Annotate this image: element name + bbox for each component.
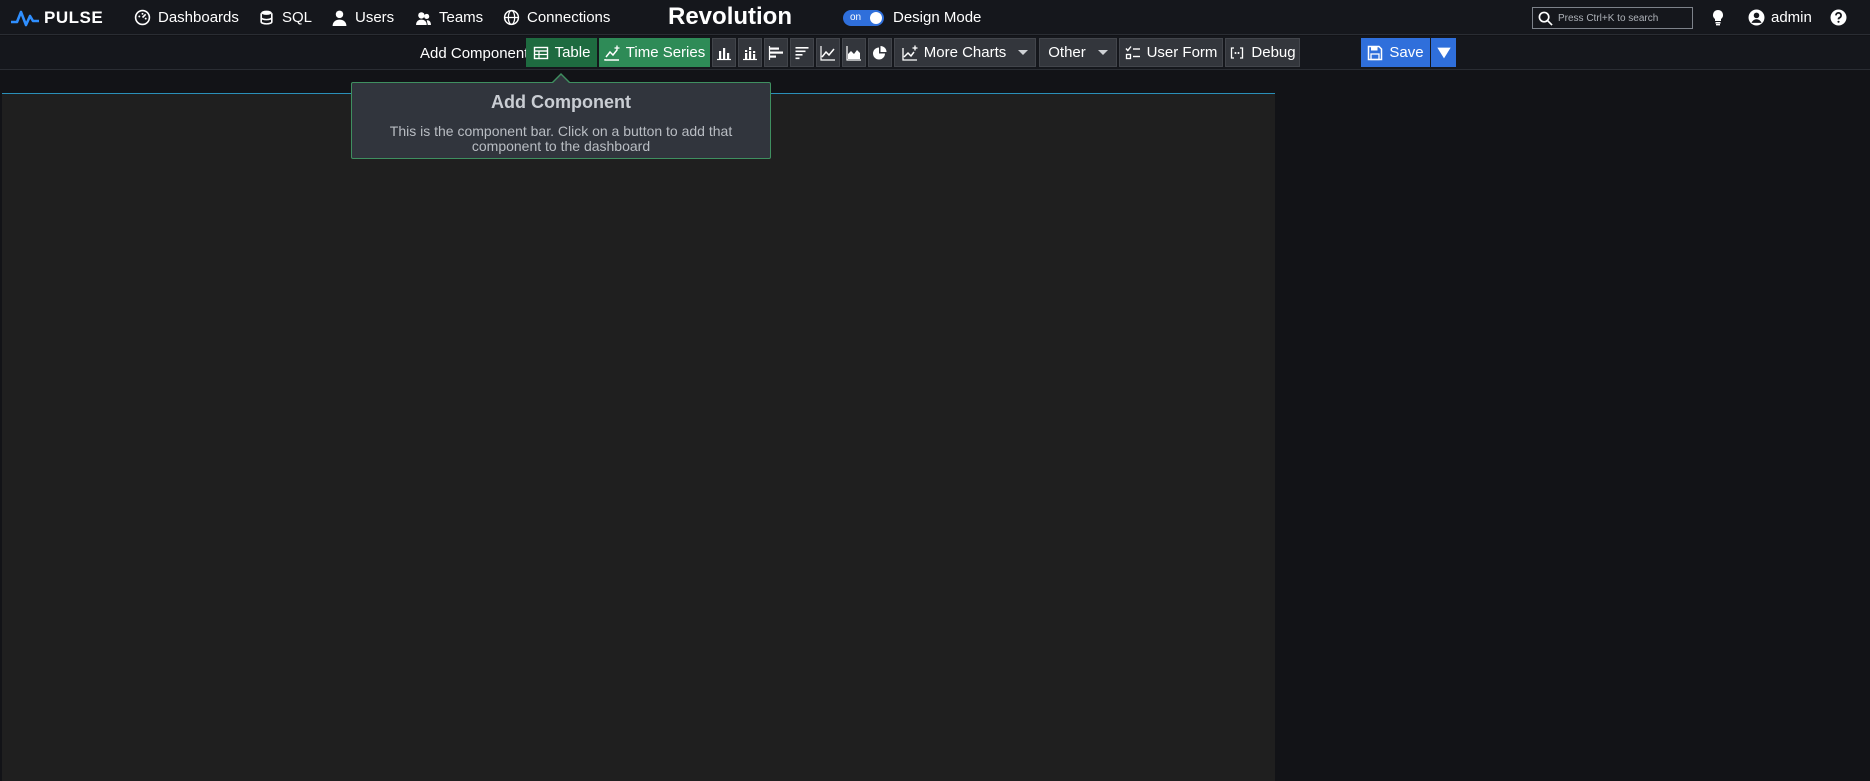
globe-icon: [503, 9, 520, 26]
area-chart-icon: [846, 45, 861, 61]
button-label: Debug: [1251, 44, 1296, 61]
toggle-state-label: on: [850, 12, 862, 23]
checklist-icon: [1125, 45, 1140, 59]
pulse-logo[interactable]: PULSE: [10, 7, 103, 29]
button-label: Time Series: [625, 44, 706, 61]
add-line-chart-button[interactable]: [816, 38, 840, 67]
nav-connections[interactable]: Connections: [503, 0, 610, 35]
design-mode-toggle[interactable]: on: [843, 10, 884, 26]
search-icon: [1538, 11, 1553, 26]
caret-down-icon: [1436, 47, 1451, 58]
add-area-chart-button[interactable]: [842, 38, 866, 67]
add-debug-button[interactable]: Debug: [1225, 38, 1300, 67]
button-label: Other: [1048, 44, 1086, 61]
user-icon: [332, 10, 347, 26]
add-component-tooltip: Add Component This is the component bar.…: [351, 82, 771, 159]
add-sorted-bar-chart-button[interactable]: [790, 38, 814, 67]
save-options-dropdown[interactable]: [1431, 38, 1456, 67]
nav-dashboards[interactable]: Dashboards: [134, 0, 239, 35]
button-label: More Charts: [923, 44, 1007, 61]
save-button[interactable]: Save: [1361, 38, 1430, 67]
lightbulb-icon: [1713, 10, 1723, 26]
add-user-form-button[interactable]: User Form: [1119, 38, 1223, 67]
add-bar-chart-button[interactable]: [712, 38, 736, 67]
database-icon: [260, 10, 273, 25]
tooltip-title: Add Component: [491, 92, 631, 112]
add-pie-chart-button[interactable]: [868, 38, 892, 67]
chart-plus-icon: [902, 45, 918, 61]
sorted-bar-chart-icon: [795, 46, 809, 59]
add-component-label: Add Component:: [420, 45, 533, 62]
search-input[interactable]: [1558, 12, 1688, 24]
line-chart-icon: [820, 45, 835, 61]
stacked-bar-chart-icon: [743, 46, 757, 60]
tooltip-pointer-fill: [553, 75, 569, 83]
brand-name: PULSE: [44, 8, 104, 27]
horizontal-bar-chart-icon: [768, 45, 783, 60]
help-button[interactable]: [1830, 9, 1847, 31]
pulse-logo-icon: [11, 10, 39, 27]
other-dropdown[interactable]: Other: [1039, 38, 1117, 67]
nav-label: Teams: [439, 9, 484, 26]
add-stacked-bar-chart-button[interactable]: [738, 38, 762, 67]
top-navigation-bar: PULSE Dashboards SQL Users Teams Connect…: [0, 0, 1870, 35]
nav-users[interactable]: Users: [331, 0, 394, 35]
search-box[interactable]: [1532, 7, 1693, 29]
user-circle-icon: [1748, 9, 1765, 26]
toggle-knob: [870, 12, 882, 24]
chevron-down-icon: [1097, 50, 1108, 55]
add-horizontal-bar-chart-button[interactable]: [764, 38, 788, 67]
floppy-disk-icon: [1368, 45, 1383, 60]
dashboard-title: Revolution: [668, 3, 792, 30]
button-label: Save: [1389, 44, 1424, 61]
component-bar: Add Component: Table Time Series More Ch…: [0, 36, 1870, 70]
help-icon: [1830, 9, 1847, 26]
nav-teams[interactable]: Teams: [415, 0, 483, 35]
nav-label: SQL: [282, 9, 313, 26]
nav-label: Users: [355, 9, 395, 26]
chevron-down-icon: [1018, 50, 1029, 55]
user-menu[interactable]: admin: [1748, 0, 1812, 35]
dashboard-icon: [134, 9, 151, 26]
dashboard-canvas[interactable]: [2, 94, 1275, 781]
line-chart-plus-icon: [604, 45, 620, 61]
table-icon: [533, 46, 548, 59]
user-name: admin: [1771, 9, 1812, 26]
teams-icon: [416, 12, 431, 25]
pie-chart-icon: [873, 45, 887, 59]
nav-label: Connections: [527, 9, 611, 26]
tooltip-text: This is the component bar. Click on a bu…: [389, 123, 733, 154]
nav-sql[interactable]: SQL: [258, 0, 312, 35]
button-label: Table: [554, 44, 591, 61]
bar-chart-icon: [717, 47, 731, 60]
add-table-button[interactable]: Table: [526, 38, 597, 67]
tips-button[interactable]: [1711, 9, 1725, 31]
code-brackets-icon: [1231, 46, 1244, 59]
add-time-series-button[interactable]: Time Series: [599, 38, 710, 67]
more-charts-dropdown[interactable]: More Charts: [894, 38, 1036, 67]
nav-label: Dashboards: [158, 9, 239, 26]
button-label: User Form: [1146, 44, 1218, 61]
design-mode-label: Design Mode: [893, 9, 982, 26]
